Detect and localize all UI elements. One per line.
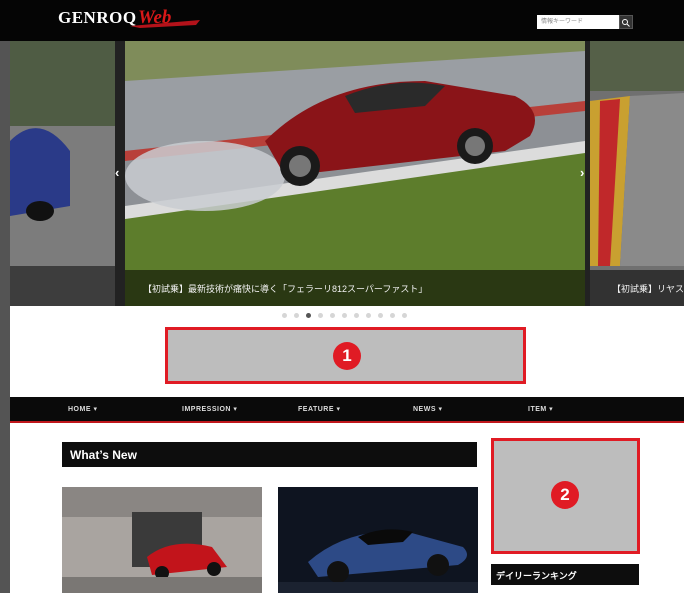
slide-caption[interactable]: 【初試乗】最新技術が痛快に導く「フェラーリ812スーパーファスト」 [143,282,427,295]
slide-next-caption[interactable]: 【初試乗】リヤス [612,282,684,295]
article-thumbnail-2[interactable] [278,487,478,593]
carousel-dot[interactable] [342,313,347,318]
main-nav: HOME ▾ IMPRESSION ▾ FEATURE ▾ NEWS ▾ ITE… [10,397,684,423]
whats-new-header: What’s New [62,442,477,467]
daily-ranking-title: デイリーランキング [496,571,577,581]
slide-caption-bar: 【初試乗】最新技術が痛快に導く「フェラーリ812スーパーファスト」 [125,270,585,306]
nav-item-feature[interactable]: FEATURE ▾ [298,405,341,413]
carousel-prev-arrow[interactable]: ‹ [115,165,119,180]
carousel-slide-active[interactable]: 【初試乗】最新技術が痛快に導く「フェラーリ812スーパーファスト」 [125,41,585,306]
nav-item-home[interactable]: HOME ▾ [68,405,97,413]
article-image-1 [62,487,262,593]
slide-active-image [125,41,585,306]
carousel-dot[interactable] [282,313,287,318]
article-thumbnail-1[interactable] [62,487,262,593]
carousel-dot[interactable] [294,313,299,318]
placeholder-banner-1: 1 [165,327,526,384]
carousel-dot[interactable] [366,313,371,318]
site-logo[interactable]: GENROQ Web [58,7,208,32]
carousel-dot[interactable] [354,313,359,318]
carousel-dot[interactable] [378,313,383,318]
badge-2: 2 [551,481,579,509]
daily-ranking-header: デイリーランキング [491,564,639,585]
carousel-dot[interactable] [306,313,311,318]
slide-next-caption-bar: 【初試乗】リヤス [590,270,684,306]
carousel-slide-prev[interactable] [10,41,115,306]
hero-carousel[interactable]: 【初試乗】最新技術が痛快に導く「フェラーリ812スーパーファスト」 【初試乗】リ… [10,41,684,306]
search-input[interactable]: 情報キーワード [537,15,619,29]
article-image-2 [278,487,478,593]
whats-new-title: What’s New [70,448,137,462]
carousel-dot[interactable] [330,313,335,318]
carousel-dot[interactable] [318,313,323,318]
logo-script-text: Web [138,7,172,28]
page-left-edge [0,41,10,593]
carousel-slide-next[interactable]: 【初試乗】リヤス [590,41,684,306]
placeholder-sidebar-ad-2: 2 [491,438,640,554]
slide-prev-image [10,41,115,306]
nav-item-item[interactable]: ITEM ▾ [528,405,553,413]
badge-1: 1 [333,342,361,370]
carousel-dot[interactable] [402,313,407,318]
slide-next-image [590,41,684,306]
site-header: GENROQ Web 情報キーワード [0,0,684,41]
nav-item-impression[interactable]: IMPRESSION ▾ [182,405,237,413]
nav-item-news[interactable]: NEWS ▾ [413,405,442,413]
carousel-dot[interactable] [390,313,395,318]
carousel-next-arrow[interactable]: › [580,165,584,180]
search-icon [622,19,630,27]
search-button[interactable] [619,15,633,29]
logo-main-text: GENROQ [58,8,137,27]
